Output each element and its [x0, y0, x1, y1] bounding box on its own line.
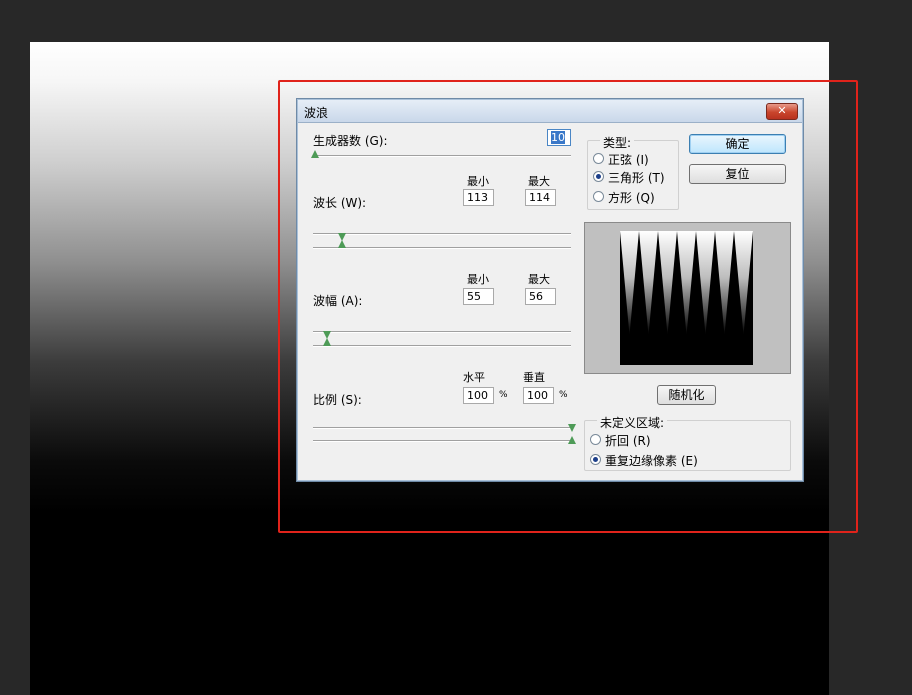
wavelength-min-slider-track[interactable] — [313, 233, 571, 235]
undefined-repeat-edge-radio[interactable] — [590, 454, 601, 465]
scale-vertical-slider-track[interactable] — [313, 440, 571, 442]
undefined-wrap-radio[interactable] — [590, 434, 601, 445]
type-sine-label[interactable]: 正弦 (I) — [608, 151, 649, 168]
amplitude-min-label: 最小 — [467, 273, 489, 286]
undefined-area-title: 未定义区域: — [597, 414, 668, 431]
undefined-repeat-edge-label[interactable]: 重复边缘像素 (E) — [605, 452, 698, 469]
amplitude-min-slider-track[interactable] — [313, 331, 571, 333]
wave-preview — [584, 222, 791, 374]
reset-button[interactable]: 复位 — [689, 164, 786, 184]
wavelength-max-label: 最大 — [528, 175, 550, 188]
wavelength-min-input[interactable]: 113 — [463, 189, 494, 206]
scale-vertical-unit: % — [559, 390, 568, 400]
generators-slider-thumb[interactable] — [311, 150, 319, 158]
generators-slider-track[interactable] — [313, 155, 571, 157]
wavelength-label: 波长 (W): — [313, 196, 367, 210]
scale-horizontal-unit: % — [499, 390, 508, 400]
type-square-radio[interactable] — [593, 191, 604, 202]
randomize-button[interactable]: 随机化 — [657, 385, 716, 405]
scale-label: 比例 (S): — [313, 393, 362, 407]
scale-horizontal-label: 水平 — [463, 371, 485, 384]
wavelength-max-slider-thumb[interactable] — [338, 240, 346, 248]
generators-label: 生成器数 (G): — [313, 134, 388, 148]
amplitude-label: 波幅 (A): — [313, 294, 363, 308]
scale-horizontal-input[interactable]: 100 — [463, 387, 494, 404]
scale-vertical-slider-thumb[interactable] — [568, 436, 576, 444]
dialog-titlebar[interactable]: 波浪 ✕ — [298, 100, 802, 123]
scale-horizontal-slider-thumb[interactable] — [568, 424, 576, 432]
wavelength-max-input[interactable]: 114 — [525, 189, 556, 206]
wave-filter-dialog: 波浪 ✕ 生成器数 (G): 10 最小 最大 波长 (W): 113 114 … — [296, 98, 804, 482]
undefined-wrap-label[interactable]: 折回 (R) — [605, 432, 651, 449]
type-square-label[interactable]: 方形 (Q) — [608, 189, 655, 206]
generators-input[interactable]: 10 — [547, 129, 571, 146]
amplitude-max-slider-track[interactable] — [313, 345, 571, 347]
amplitude-min-input[interactable]: 55 — [463, 288, 494, 305]
close-icon: ✕ — [777, 104, 787, 117]
preview-image — [620, 231, 753, 365]
ok-button[interactable]: 确定 — [689, 134, 786, 154]
type-sine-radio[interactable] — [593, 153, 604, 164]
type-triangle-label[interactable]: 三角形 (T) — [608, 169, 665, 186]
amplitude-max-input[interactable]: 56 — [525, 288, 556, 305]
wavelength-min-label: 最小 — [467, 175, 489, 188]
type-triangle-radio[interactable] — [593, 171, 604, 182]
scale-vertical-input[interactable]: 100 — [523, 387, 554, 404]
type-group-title: 类型: — [600, 134, 635, 151]
close-button[interactable]: ✕ — [766, 103, 798, 120]
wavelength-max-slider-track[interactable] — [313, 247, 571, 249]
scale-horizontal-slider-track[interactable] — [313, 427, 571, 429]
amplitude-max-label: 最大 — [528, 273, 550, 286]
amplitude-max-slider-thumb[interactable] — [323, 338, 331, 346]
dialog-title: 波浪 — [304, 106, 329, 120]
scale-vertical-label: 垂直 — [523, 371, 545, 384]
